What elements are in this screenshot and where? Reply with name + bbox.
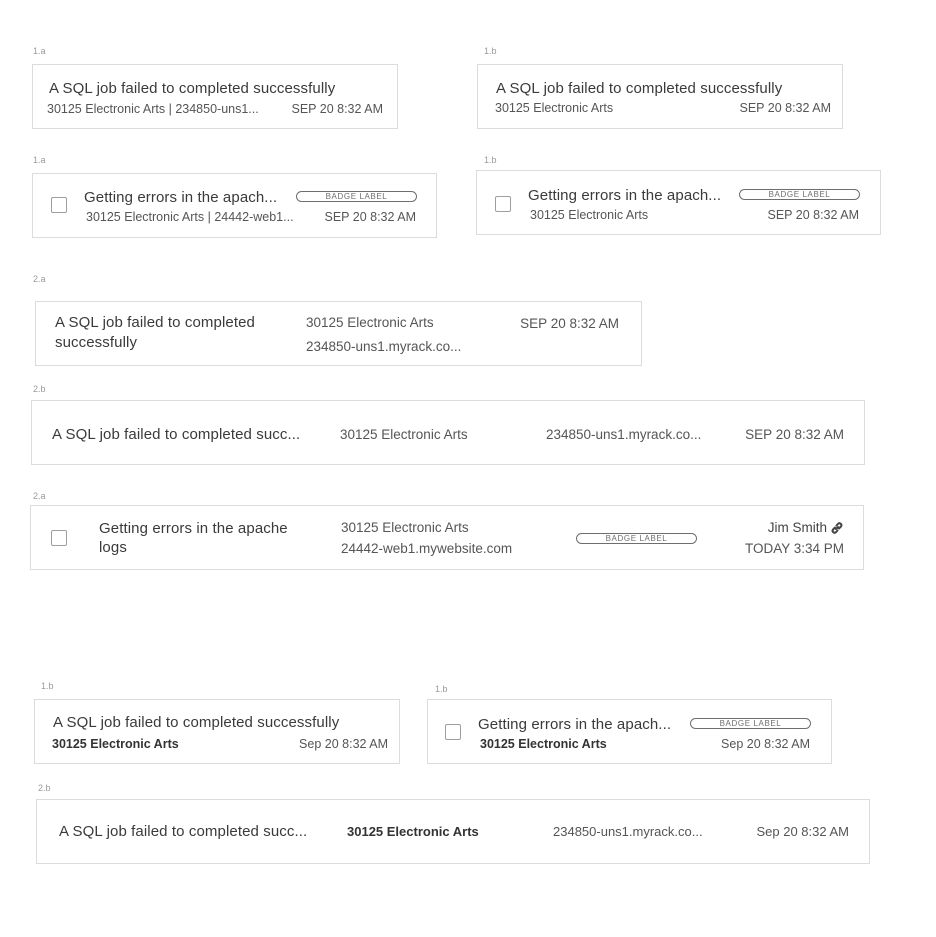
select-checkbox[interactable]	[445, 724, 461, 740]
variant-label: 2.a	[33, 491, 46, 501]
link-icon[interactable]	[830, 521, 844, 535]
alert-device: 234850-uns1.myrack.co...	[306, 339, 462, 354]
alert-card[interactable]: A SQL job failed to completed successful…	[32, 64, 398, 129]
variant-label: 2.b	[38, 783, 51, 793]
alert-title-line2: successfully	[55, 334, 138, 351]
alert-title-line1: A SQL job failed to completed	[55, 314, 255, 331]
select-checkbox[interactable]	[51, 530, 67, 546]
alert-account: 30125 Electronic Arts	[347, 824, 479, 839]
variant-label: 2.a	[33, 274, 46, 284]
variant-label: 2.b	[33, 384, 46, 394]
alert-title: Getting errors in the apach...	[84, 189, 278, 206]
select-checkbox[interactable]	[51, 197, 67, 213]
variant-label: 1.b	[435, 684, 448, 694]
alert-account: 30125 Electronic Arts	[480, 737, 607, 751]
alert-card[interactable]: A SQL job failed to completed successful…	[477, 64, 843, 129]
alert-title: A SQL job failed to completed successful…	[49, 80, 336, 97]
alert-title-line1: Getting errors in the apache	[99, 520, 288, 537]
variant-label: 1.a	[33, 155, 46, 165]
alert-device: 234850-uns1.myrack.co...	[553, 824, 703, 839]
alert-account: 30125 Electronic Arts	[306, 315, 434, 330]
alert-device: 24442-web1.mywebsite.com	[341, 541, 513, 556]
alert-card[interactable]: A SQL job failed to completed successful…	[35, 301, 642, 366]
alert-card[interactable]: Getting errors in the apache logs 30125 …	[30, 505, 864, 570]
alert-card[interactable]: Getting errors in the apach... BADGE LAB…	[476, 170, 881, 235]
variant-label: 1.b	[484, 46, 497, 56]
alert-account: 30125 Electronic Arts	[495, 101, 614, 115]
alert-timestamp: SEP 20 8:32 AM	[324, 210, 417, 224]
alert-card[interactable]: A SQL job failed to completed successful…	[34, 699, 400, 764]
alert-timestamp: SEP 20 8:32 AM	[739, 101, 832, 115]
alert-account: 30125 Electronic Arts	[341, 520, 469, 535]
select-checkbox[interactable]	[495, 196, 511, 212]
alert-title-line2: logs	[99, 539, 127, 556]
alert-timestamp: SEP 20 8:32 AM	[745, 427, 844, 442]
alert-title: A SQL job failed to completed succ...	[59, 823, 308, 840]
variant-label: 1.a	[33, 46, 46, 56]
alert-timestamp: SEP 20 8:32 AM	[767, 208, 860, 222]
status-badge: BADGE LABEL	[296, 191, 417, 202]
alert-title: A SQL job failed to completed successful…	[496, 80, 783, 97]
alert-timestamp: Sep 20 8:32 AM	[721, 737, 810, 751]
variant-label: 1.b	[41, 681, 54, 691]
alert-card[interactable]: A SQL job failed to completed succ... 30…	[31, 400, 865, 465]
status-badge: BADGE LABEL	[576, 533, 697, 544]
alert-timestamp: Sep 20 8:32 AM	[299, 737, 388, 751]
alert-title: Getting errors in the apach...	[478, 716, 672, 733]
status-badge: BADGE LABEL	[690, 718, 811, 729]
alert-device: 234850-uns1.myrack.co...	[546, 427, 702, 442]
status-badge: BADGE LABEL	[739, 189, 860, 200]
alert-card[interactable]: Getting errors in the apach... BADGE LAB…	[427, 699, 832, 764]
alert-timestamp: SEP 20 8:32 AM	[520, 316, 619, 331]
alert-timestamp: Sep 20 8:32 AM	[756, 824, 849, 839]
alert-account: 30125 Electronic Arts	[530, 208, 649, 222]
alert-account-device: 30125 Electronic Arts | 234850-uns1...	[47, 102, 259, 116]
alert-account: 30125 Electronic Arts	[340, 427, 468, 442]
alert-timestamp: SEP 20 8:32 AM	[291, 102, 384, 116]
assignee-name: Jim Smith	[767, 520, 827, 535]
alert-card[interactable]: Getting errors in the apach... BADGE LAB…	[32, 173, 437, 238]
alert-account: 30125 Electronic Arts	[52, 737, 179, 751]
alert-title: Getting errors in the apach...	[528, 187, 722, 204]
alert-title: A SQL job failed to completed successful…	[53, 714, 340, 731]
variant-label: 1.b	[484, 155, 497, 165]
alert-title: A SQL job failed to completed succ...	[52, 426, 301, 443]
alert-account-device: 30125 Electronic Arts | 24442-web1...	[86, 210, 294, 224]
alert-timestamp: TODAY 3:34 PM	[744, 541, 844, 556]
alert-card[interactable]: A SQL job failed to completed succ... 30…	[36, 799, 870, 864]
